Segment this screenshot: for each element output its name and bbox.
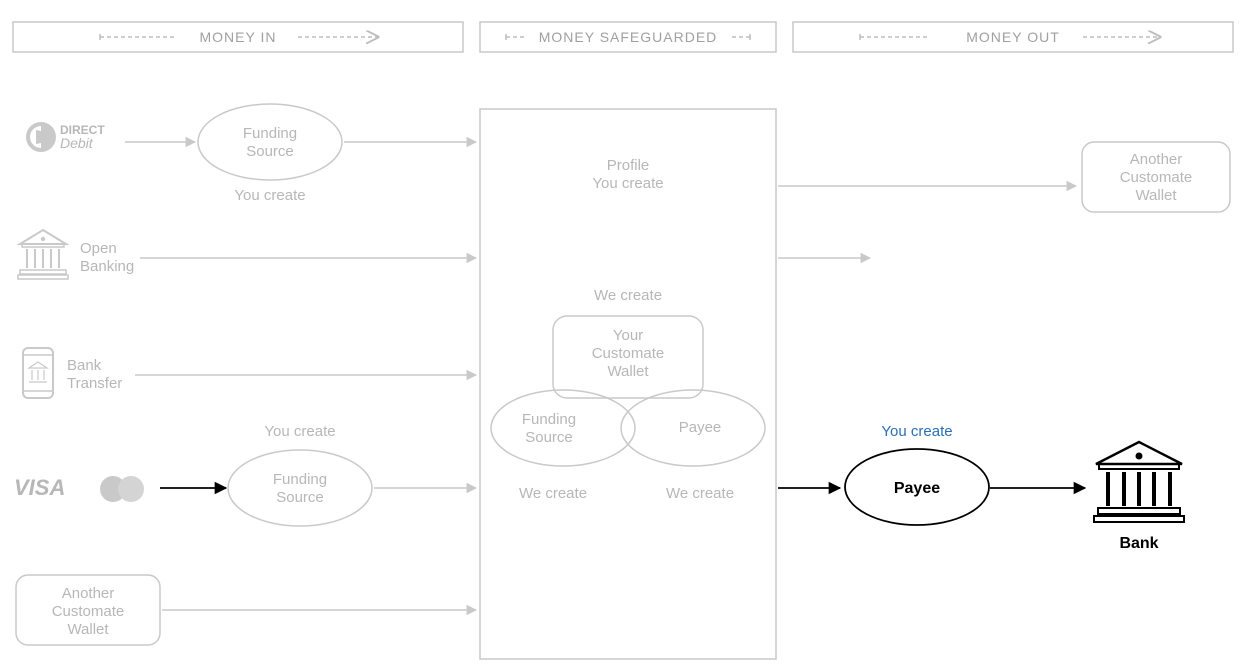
funding-source-top-line2: Source — [246, 143, 294, 160]
inner-funding-source-line1: Funding — [522, 411, 576, 428]
profile-label: Profile — [607, 157, 650, 174]
inner-funding-source-line2: Source — [525, 429, 573, 446]
we-create-left-label: We create — [519, 485, 587, 502]
funding-source-cards-line1: Funding — [273, 471, 327, 488]
bank-transfer-line2: Transfer — [67, 375, 122, 392]
header-money-in-label: MONEY IN — [200, 29, 277, 45]
we-create-top-label: We create — [594, 287, 662, 304]
another-wallet-left-line3: Wallet — [67, 621, 109, 638]
another-wallet-right-line3: Wallet — [1135, 187, 1177, 204]
bank-label: Bank — [1119, 535, 1158, 552]
your-wallet-line2: Customate — [592, 345, 665, 362]
bank-icon-open-banking — [18, 230, 68, 279]
payee-label: Payee — [894, 480, 940, 497]
profile-sub-label: You create — [592, 175, 663, 192]
your-wallet-line1: Your — [613, 327, 643, 344]
funding-source-top-youcreate: You create — [234, 187, 305, 204]
open-banking-line2: Banking — [80, 258, 134, 275]
payee-you-create-label: You create — [881, 423, 952, 440]
open-banking-line1: Open — [80, 240, 117, 257]
funding-source-cards-line2: Source — [276, 489, 324, 506]
inner-funding-source-ellipse — [491, 390, 635, 466]
visa-logo: VISA — [14, 475, 65, 500]
funding-source-cards-ellipse — [228, 450, 372, 526]
another-wallet-left-line1: Another — [62, 585, 115, 602]
your-wallet-line3: Wallet — [607, 363, 649, 380]
mastercard-icon — [100, 476, 144, 502]
phone-icon-bank-transfer — [23, 348, 53, 398]
header-money-out-label: MONEY OUT — [966, 29, 1060, 45]
funding-source-cards-youcreate: You create — [264, 423, 335, 440]
bank-transfer-line1: Bank — [67, 357, 102, 374]
funding-source-top-line1: Funding — [243, 125, 297, 142]
we-create-right-label: We create — [666, 485, 734, 502]
funding-source-top-ellipse — [198, 104, 342, 180]
bank-icon — [1094, 442, 1184, 522]
header-money-out: MONEY OUT — [793, 22, 1233, 52]
another-wallet-right-line2: Customate — [1120, 169, 1193, 186]
header-money-in: MONEY IN — [13, 22, 463, 52]
header-money-safeguarded: MONEY SAFEGUARDED — [480, 22, 776, 52]
another-wallet-left-line2: Customate — [52, 603, 125, 620]
direct-debit-label2: Debit — [60, 135, 94, 151]
header-money-safeguarded-label: MONEY SAFEGUARDED — [539, 29, 718, 45]
another-wallet-right-line1: Another — [1130, 151, 1183, 168]
inner-payee-label: Payee — [679, 419, 722, 436]
direct-debit-icon — [26, 122, 56, 152]
